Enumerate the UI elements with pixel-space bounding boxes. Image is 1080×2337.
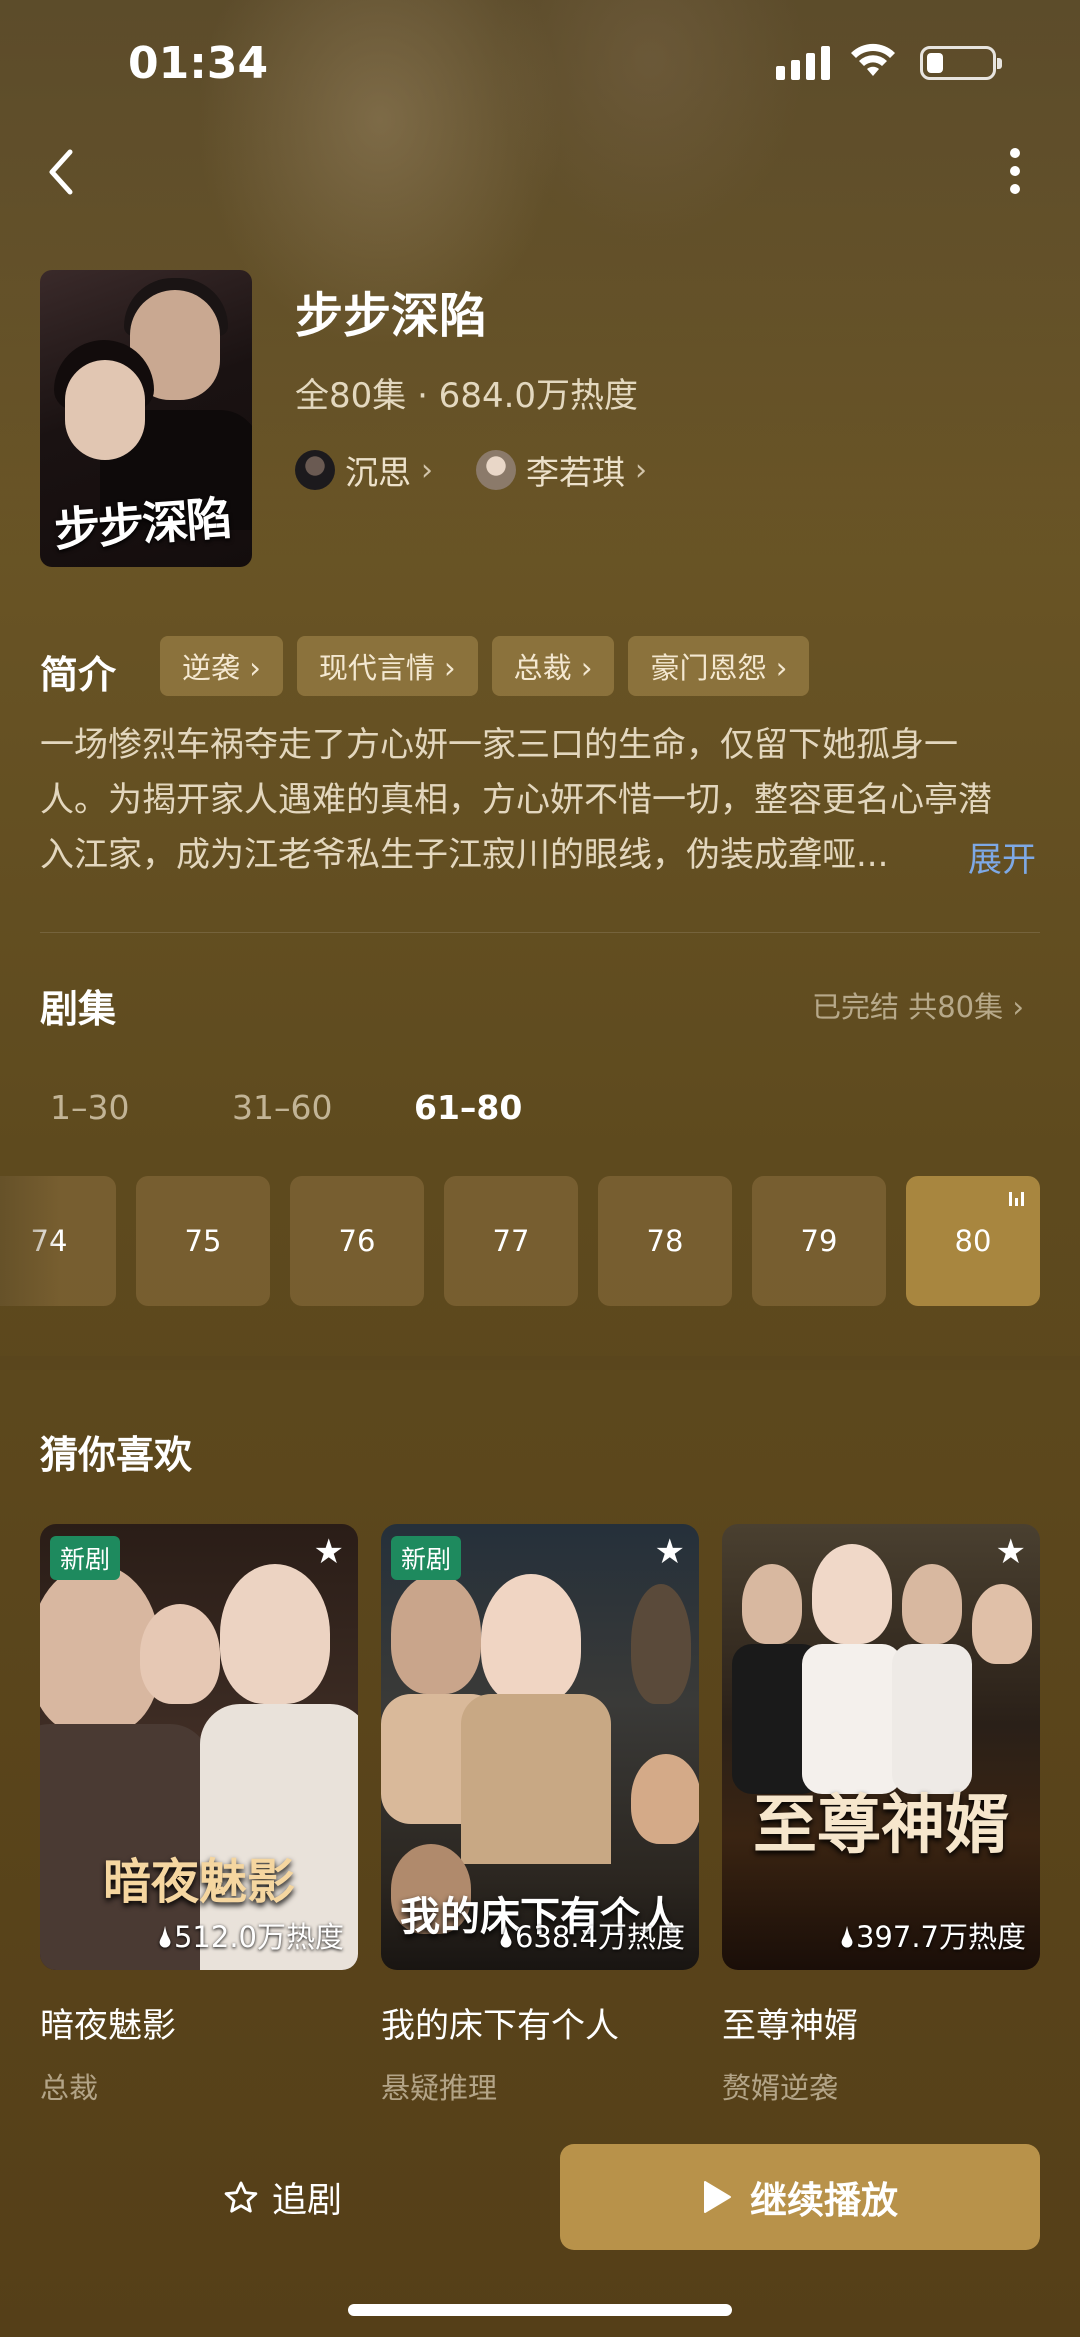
card-name: 至尊神婿 [722, 2006, 858, 2046]
tag-chip[interactable]: 总裁 › [491, 636, 615, 696]
tag-chip[interactable]: 现代言情 › [296, 636, 478, 696]
actor-name: 李若琪 [526, 453, 625, 492]
card-thumbnail: 暗夜魅影 新剧 ★ 🌢512.0万热度 [40, 1524, 358, 1970]
card-thumbnail: 我的床下有个人 新剧 ★ 🌢638.4万热度 [381, 1524, 699, 1970]
card-overlay-title: 暗夜魅影 [102, 1854, 295, 1910]
tag-chip[interactable]: 逆袭 › [160, 636, 283, 696]
episode-button-current[interactable]: 80 [906, 1176, 1040, 1306]
status-time: 01:34 [128, 38, 269, 89]
drama-meta: 全80集 · 684.0万热度 [295, 376, 639, 416]
range-tab[interactable]: 31–60 [232, 1088, 414, 1127]
episode-button[interactable]: 79 [752, 1176, 886, 1306]
drama-title: 步步深陷 [295, 288, 488, 344]
actor-avatar [476, 450, 516, 490]
card-genre: 总裁 [40, 2071, 99, 2105]
card-overlay-title: 至尊神婿 [753, 1788, 1009, 1863]
range-tab[interactable]: 1–30 [50, 1088, 232, 1127]
card-genre: 赘婿逆袭 [722, 2071, 839, 2105]
episode-button[interactable]: 77 [444, 1176, 578, 1306]
star-icon[interactable]: ★ [314, 1532, 344, 1572]
episode-button[interactable]: 78 [598, 1176, 732, 1306]
synopsis: 一场惨烈车祸夺走了方心妍一家三口的生命，仅留下她孤身一 人。为揭开家人遇难的真相… [40, 718, 1040, 883]
synopsis-line: 入江家，成为江老爷私生子江寂川的眼线，伪装成聋哑... [40, 835, 889, 875]
flame-icon: 🌢 [156, 1920, 174, 1954]
scroll-fade [0, 1176, 60, 1306]
synopsis-line: 一场惨烈车祸夺走了方心妍一家三口的生命，仅留下她孤身一 [40, 725, 958, 765]
battery-icon [920, 46, 1002, 80]
actor-link[interactable]: 李若琪 › [476, 446, 647, 494]
recommend-card[interactable]: 暗夜魅影 新剧 ★ 🌢512.0万热度 暗夜魅影 总裁 [40, 1524, 358, 2107]
actor-avatar [295, 450, 335, 490]
poster-title: 步步深陷 [52, 490, 232, 558]
play-label: 继续播放 [750, 2179, 898, 2222]
card-heat: 🌢397.7万热度 [838, 1920, 1026, 1954]
star-icon[interactable]: ★ [996, 1532, 1026, 1572]
card-name: 暗夜魅影 [40, 2006, 176, 2046]
recommend-card[interactable]: 至尊神婿 ★ 🌢397.7万热度 至尊神婿 赘婿逆袭 [722, 1524, 1040, 2107]
tag-list: 逆袭 › 现代言情 › 总裁 › 豪门恩怨 › [160, 636, 810, 696]
actor-name: 沉思 [345, 453, 411, 492]
episodes-status-link[interactable]: 已完结 共80集 › [812, 984, 1024, 1026]
now-playing-icon [1009, 1192, 1024, 1206]
flame-icon: 🌢 [497, 1920, 515, 1954]
intro-label: 简介 [40, 653, 117, 697]
section-separator [0, 1356, 1080, 1370]
card-genre: 悬疑推理 [381, 2071, 498, 2105]
recommend-title: 猜你喜欢 [40, 1433, 193, 1477]
recommend-card[interactable]: 我的床下有个人 新剧 ★ 🌢638.4万热度 我的床下有个人 悬疑推理 [381, 1524, 699, 2107]
tag-chip[interactable]: 豪门恩怨 › [628, 636, 810, 696]
episode-list: 74 75 76 77 78 79 80 [0, 1176, 1080, 1306]
new-badge: 新剧 [50, 1536, 121, 1580]
play-icon [704, 2181, 731, 2213]
episode-range-tabs: 1–30 31–60 61–80 [50, 1088, 596, 1127]
card-heat: 🌢512.0万热度 [156, 1920, 344, 1954]
home-indicator [348, 2304, 732, 2316]
drama-poster: 步步深陷 [40, 270, 252, 567]
star-icon[interactable]: ★ [655, 1532, 685, 1572]
wifi-icon [851, 43, 895, 76]
range-tab-active[interactable]: 61–80 [414, 1088, 596, 1127]
expand-link[interactable]: 展开 [968, 832, 1036, 881]
bottom-action-bar: 追剧 继续播放 [0, 2130, 1080, 2337]
follow-button[interactable]: 追剧 [222, 2172, 342, 2223]
card-name: 我的床下有个人 [381, 2006, 619, 2046]
actor-link[interactable]: 沉思 › [295, 446, 433, 494]
episode-button[interactable]: 75 [136, 1176, 270, 1306]
episodes-title: 剧集 [40, 987, 117, 1031]
synopsis-line: 人。为揭开家人遇难的真相，方心妍不惜一切，整容更名心亭潜 [40, 780, 992, 820]
episode-number: 80 [954, 1224, 992, 1258]
back-icon[interactable] [46, 148, 76, 196]
more-icon[interactable] [1010, 148, 1020, 194]
chevron-right-icon: › [635, 452, 647, 488]
chevron-right-icon: › [421, 452, 433, 488]
flame-icon: 🌢 [838, 1920, 856, 1954]
new-badge: 新剧 [391, 1536, 462, 1580]
cellular-signal-icon [776, 44, 830, 80]
star-outline-icon [224, 2181, 258, 2213]
divider [40, 932, 1040, 933]
episode-button[interactable]: 76 [290, 1176, 424, 1306]
card-heat: 🌢638.4万热度 [497, 1920, 685, 1954]
card-thumbnail: 至尊神婿 ★ 🌢397.7万热度 [722, 1524, 1040, 1970]
follow-label: 追剧 [272, 2181, 343, 2221]
continue-play-button[interactable]: 继续播放 [560, 2144, 1040, 2250]
